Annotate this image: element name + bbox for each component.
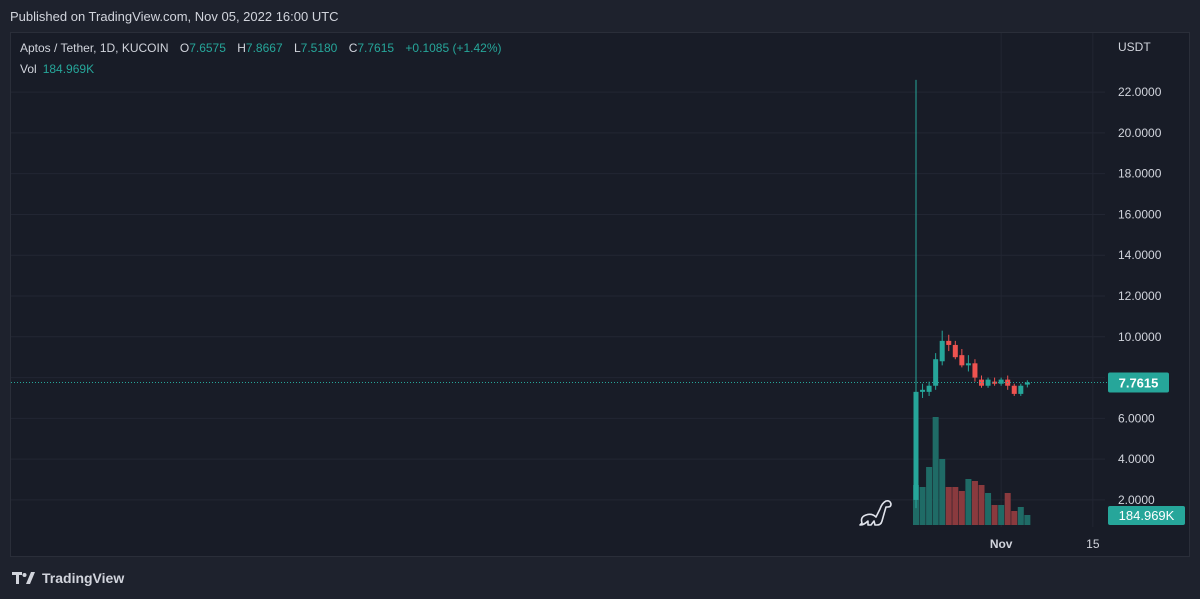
price-axis-ticks: 2.00004.00006.00008.000010.000012.000014… bbox=[1118, 85, 1162, 507]
price-tick-label: 18.0000 bbox=[1118, 167, 1162, 181]
time-tick-label: Nov bbox=[990, 537, 1013, 551]
candles bbox=[913, 79, 1030, 509]
legend-low-value: 7.5180 bbox=[300, 41, 338, 55]
volume-bars bbox=[913, 417, 1031, 525]
candle-body bbox=[952, 344, 958, 358]
last-price-badge-label: 7.7615 bbox=[1119, 375, 1159, 390]
volume-bar bbox=[952, 487, 959, 525]
candle-body bbox=[946, 340, 952, 345]
price-chart[interactable]: 2.00004.00006.00008.000010.000012.000014… bbox=[0, 0, 1200, 599]
volume-bar bbox=[971, 481, 978, 525]
price-tick-label: 20.0000 bbox=[1118, 126, 1162, 140]
volume-bar bbox=[932, 417, 939, 525]
volume-bar bbox=[1017, 507, 1024, 525]
time-axis-ticks: Nov 15 bbox=[990, 537, 1100, 551]
price-tick-label: 6.0000 bbox=[1118, 411, 1155, 425]
volume-bar bbox=[1011, 511, 1018, 525]
legend-change: +0.1085 (+1.42%) bbox=[405, 41, 502, 55]
candle-body bbox=[1018, 385, 1024, 394]
price-tick-label: 12.0000 bbox=[1118, 289, 1162, 303]
candle-body bbox=[965, 363, 971, 366]
price-tick-label: 4.0000 bbox=[1118, 452, 1155, 466]
candle-body bbox=[920, 389, 926, 392]
candle-body bbox=[959, 355, 965, 366]
price-tick-label: 16.0000 bbox=[1118, 207, 1162, 221]
legend-low-label: L bbox=[293, 41, 301, 55]
legend-symbol: Aptos / Tether, 1D, KUCOIN bbox=[20, 41, 169, 55]
chart-legend: Aptos / Tether, 1D, KUCOIN O7.6575 H7.86… bbox=[20, 41, 502, 55]
volume-bar bbox=[998, 505, 1005, 525]
volume-bar bbox=[978, 485, 985, 525]
last-volume-badge-label: 184.969K bbox=[1119, 508, 1175, 523]
volume-bar bbox=[926, 467, 933, 525]
volume-bar bbox=[965, 479, 972, 525]
currency-label: USDT bbox=[1118, 40, 1151, 54]
time-tick-label: 15 bbox=[1086, 537, 1100, 551]
volume-bar bbox=[939, 459, 946, 525]
legend-high-label: H bbox=[237, 41, 246, 55]
volume-legend: Vol 184.969K bbox=[20, 62, 94, 76]
legend-close-value: 7.7615 bbox=[357, 41, 395, 55]
candle-body bbox=[913, 391, 919, 500]
volume-bar bbox=[1004, 493, 1011, 525]
volume-bar bbox=[991, 505, 998, 525]
candle-body bbox=[939, 340, 945, 362]
price-tick-label: 22.0000 bbox=[1118, 85, 1162, 99]
candle-body bbox=[926, 385, 932, 392]
legend-close-label: C bbox=[348, 41, 358, 55]
price-tick-label: 2.0000 bbox=[1118, 493, 1155, 507]
candle-body bbox=[1011, 385, 1017, 394]
dinosaur-icon bbox=[859, 500, 892, 526]
legend-open-label: O bbox=[179, 41, 190, 55]
tradingview-brand[interactable]: TradingView bbox=[12, 570, 124, 586]
brand-name: TradingView bbox=[42, 570, 125, 586]
legend-open-value: 7.6575 bbox=[189, 41, 226, 55]
volume-bar bbox=[919, 487, 926, 525]
volume-bar bbox=[985, 493, 992, 525]
volume-bar bbox=[1024, 515, 1031, 525]
volume-value: 184.969K bbox=[42, 62, 95, 76]
candle-body bbox=[933, 359, 939, 386]
price-tick-label: 14.0000 bbox=[1118, 248, 1162, 262]
price-tick-label: 10.0000 bbox=[1118, 330, 1162, 344]
legend-high-value: 7.8667 bbox=[245, 41, 283, 55]
candle-body bbox=[972, 363, 978, 378]
tradingview-logo-icon bbox=[12, 572, 35, 584]
grid bbox=[11, 33, 1105, 527]
volume-bar bbox=[958, 491, 965, 525]
candle-body bbox=[998, 379, 1004, 384]
volume-bar bbox=[945, 487, 952, 525]
volume-label: Vol bbox=[20, 62, 37, 76]
